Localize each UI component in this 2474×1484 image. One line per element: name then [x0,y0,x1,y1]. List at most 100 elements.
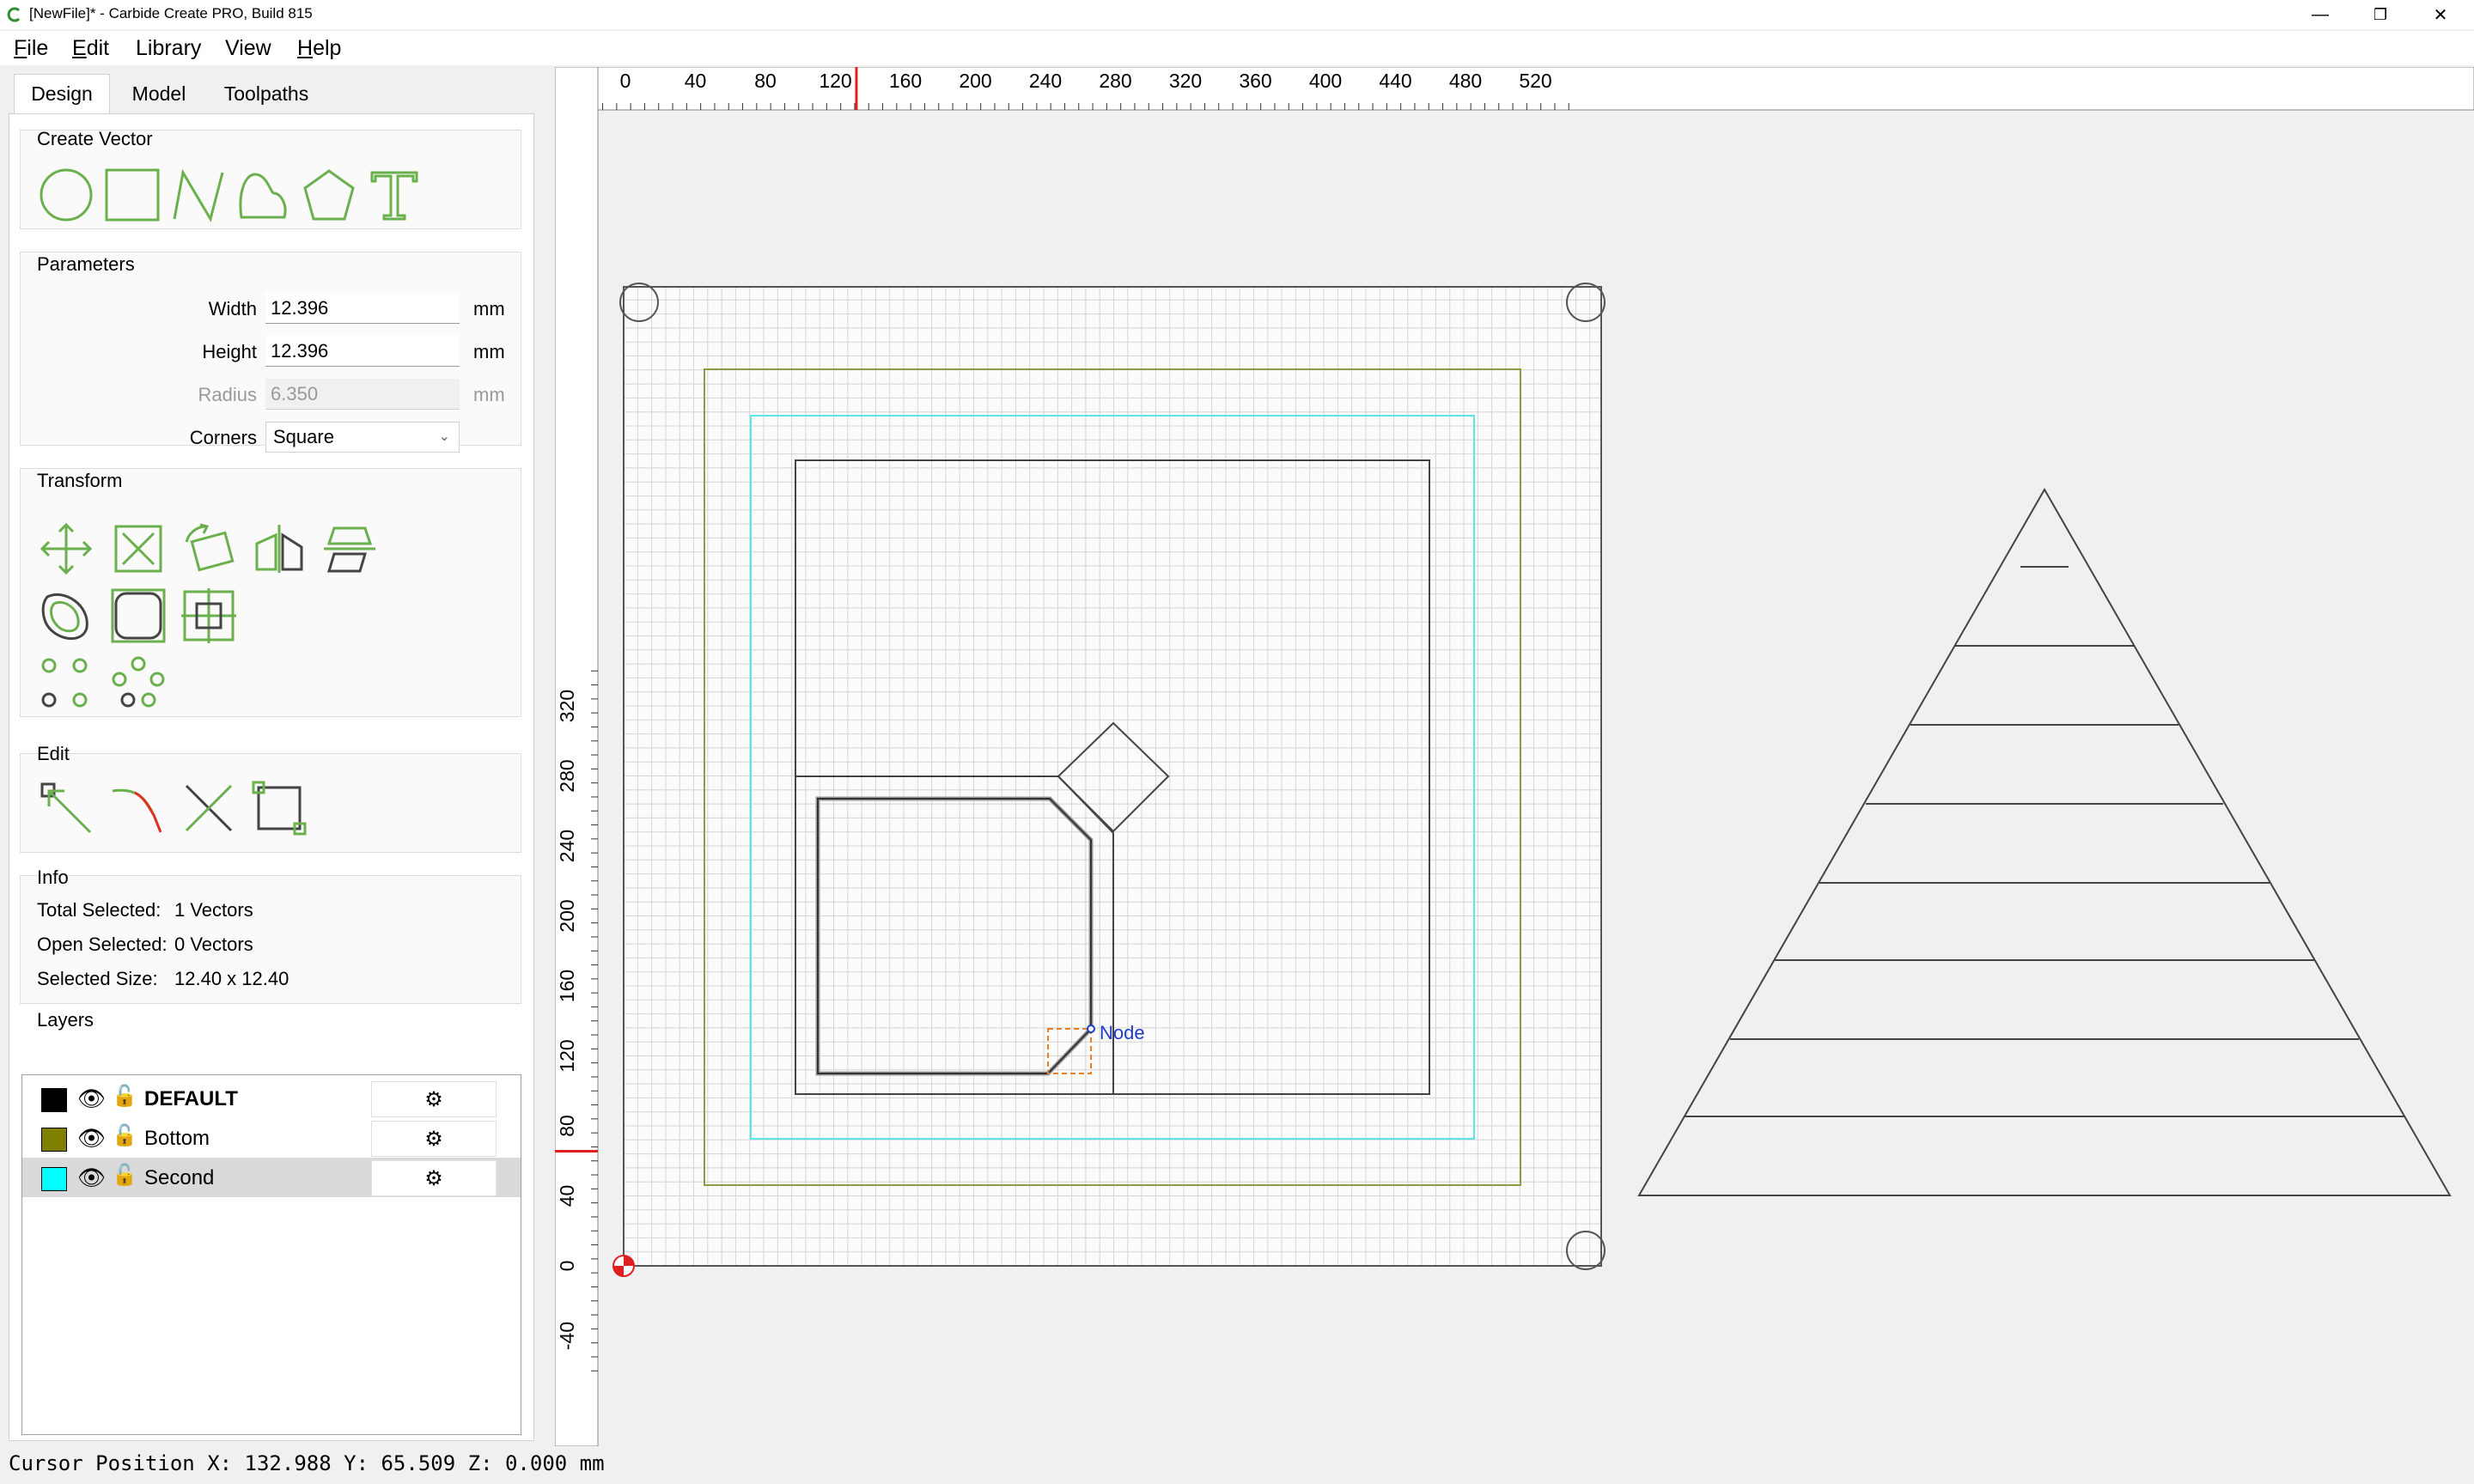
width-field[interactable] [265,293,460,324]
ruler-x-label: 360 [1239,70,1271,92]
tab-toolpaths[interactable]: Toolpaths [208,74,325,113]
layer-settings-button[interactable]: ⚙ [371,1081,497,1117]
circle-icon[interactable] [39,167,94,222]
text-icon[interactable] [367,167,422,222]
tab-model[interactable]: Model [117,74,201,113]
menu-bar: File Edit Library View Help [0,31,2474,65]
radius-unit: mm [473,384,505,405]
design-tab-content: Create Vector Parameters Width mm Height… [9,113,534,1441]
design-canvas[interactable]: 0 40 80 120 160 200 240 280 320 360 400 … [554,66,2474,1447]
menu-library[interactable]: Library [136,36,201,61]
app-logo-icon [7,7,21,22]
layer-row-bottom[interactable]: 👁 🔓 Bottom ⚙ [22,1118,521,1158]
menu-file-mnemonic: F [14,36,27,60]
unlock-icon[interactable]: 🔓 [112,1163,137,1188]
eye-icon[interactable]: 👁 [77,1086,106,1112]
layers-title: Layers [37,1009,94,1031]
title-bar: [NewFile]* - Carbide Create PRO, Build 8… [0,0,2474,29]
window-title: [NewFile]* - Carbide Create PRO, Build 8… [29,5,313,21]
layer-color-swatch[interactable] [41,1088,67,1112]
ruler-x-label: 520 [1519,70,1551,92]
join-icon[interactable] [252,781,307,836]
layer-name: Second [144,1166,215,1189]
cursor-position-status: Cursor Position X: 132.988 Y: 65.509 Z: … [9,1451,605,1475]
design-canvas-area[interactable]: 0 40 80 120 160 200 240 280 320 360 400 … [554,66,2474,1447]
ruler-y-label: 320 [556,690,578,722]
menu-edit[interactable]: Edit [72,36,109,61]
polygon-icon[interactable] [302,167,356,222]
menu-edit-mnemonic: E [72,36,87,60]
layer-color-swatch[interactable] [41,1128,67,1152]
menu-file-label: ile [27,36,49,60]
info-title: Info [37,867,69,888]
ruler-y-label: 160 [556,970,578,1002]
node-handle[interactable] [1087,1025,1095,1033]
height-field[interactable] [265,336,460,367]
ruler-x-label: 320 [1169,70,1202,92]
stock-area[interactable] [619,283,1606,1270]
node-label: Node [1100,1022,1145,1043]
transform-title: Transform [37,470,123,491]
tab-design[interactable]: Design [14,74,110,113]
ruler-x-label: 40 [685,70,707,92]
height-label: Height [202,341,257,362]
cut-icon[interactable] [181,781,236,836]
create-vector-title: Create Vector [37,128,153,149]
layer-row-default[interactable]: 👁 🔓 DEFAULT ⚙ [22,1079,521,1118]
fillet-icon[interactable] [111,588,166,643]
close-button[interactable]: ✕ [2410,0,2471,29]
unlock-icon[interactable]: 🔓 [112,1084,137,1109]
selected-size-label: Selected Size: [37,968,158,989]
origin-marker [612,1255,635,1277]
node-edit-icon[interactable] [39,781,94,836]
offset-icon[interactable] [39,588,94,643]
ruler-y-label: 200 [556,899,578,932]
ruler-x-label: 0 [620,70,631,92]
eye-icon[interactable]: 👁 [77,1125,106,1152]
menu-help[interactable]: Help [297,36,341,61]
layer-settings-button[interactable]: ⚙ [371,1121,497,1157]
scale-icon[interactable] [111,521,166,576]
ruler-x-label: 120 [819,70,851,92]
ruler-y-label: -40 [556,1322,578,1350]
rotate-icon[interactable] [181,521,236,576]
corners-select[interactable]: Square ⌄ [265,422,460,453]
menu-view[interactable]: View [225,36,271,61]
layers-list: 👁 🔓 DEFAULT ⚙ 👁 🔓 Bottom ⚙ 👁 🔓 Second ⚙ [21,1074,521,1435]
menu-file[interactable]: File [14,36,48,61]
menu-edit-label: dit [86,36,110,60]
ruler-x-label: 160 [889,70,922,92]
edit-title: Edit [37,743,70,764]
array-icon[interactable] [39,655,94,710]
selected-size-value: 12.40 x 12.40 [174,968,289,989]
polyline-icon[interactable] [171,167,226,222]
total-selected-value: 1 Vectors [174,899,253,921]
layer-color-swatch[interactable] [41,1167,67,1191]
ruler-x-label: 200 [959,70,991,92]
eye-icon[interactable]: 👁 [77,1165,106,1191]
circular-array-icon[interactable] [111,655,166,710]
minimize-button[interactable]: — [2290,0,2350,29]
maximize-button[interactable]: ❐ [2350,0,2410,29]
layer-settings-button[interactable]: ⚙ [371,1160,497,1196]
ruler-x-label: 240 [1029,70,1062,92]
parameters-title: Parameters [37,253,135,275]
menu-help-label: elp [313,36,342,60]
design-panel: Design Model Toolpaths Create Vector Par… [9,74,534,1441]
align-icon[interactable] [322,521,377,576]
ruler-y-label: 120 [556,1039,578,1072]
layer-name: Bottom [144,1127,210,1150]
transform-group [20,468,521,717]
layer-row-second[interactable]: 👁 🔓 Second ⚙ [22,1158,521,1197]
menu-help-mnemonic: H [297,36,314,60]
trim-icon[interactable] [111,781,166,836]
unlock-icon[interactable]: 🔓 [112,1123,137,1148]
width-unit: mm [473,298,505,319]
ruler-y-label: 0 [556,1261,578,1272]
mirror-icon[interactable] [252,521,307,576]
rectangle-icon[interactable] [104,167,161,222]
curve-icon[interactable] [236,167,291,222]
boolean-icon[interactable] [181,588,236,643]
gear-icon: ⚙ [424,1166,443,1190]
move-icon[interactable] [39,521,94,576]
